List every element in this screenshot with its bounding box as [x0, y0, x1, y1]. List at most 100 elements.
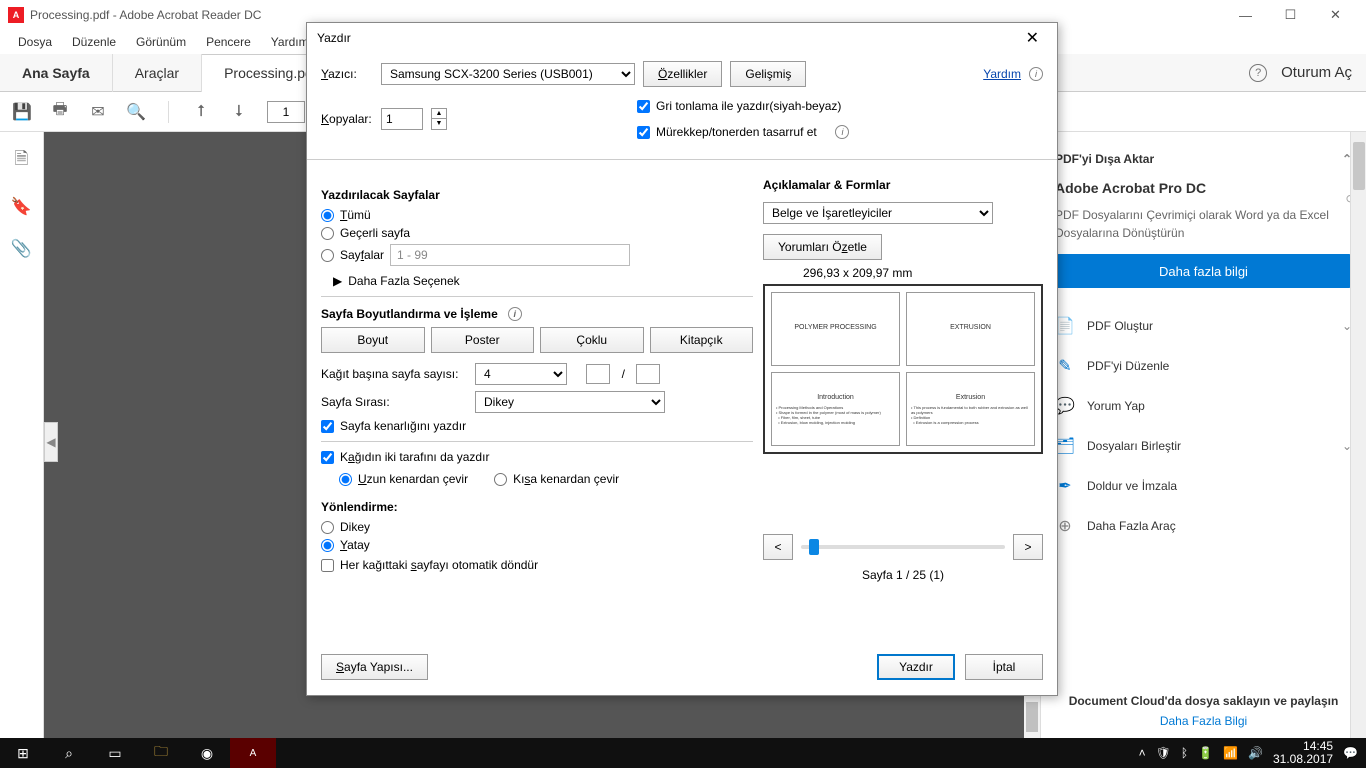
portrait-radio[interactable] [321, 521, 334, 534]
printer-select[interactable]: Samsung SCX-3200 Series (USB001) [381, 63, 635, 85]
acrobat-taskbar-icon[interactable]: A [230, 738, 276, 768]
printer-label: Yazıcı: [321, 67, 373, 81]
page-order-select[interactable]: Dikey [475, 391, 665, 413]
info-icon[interactable]: i [835, 125, 849, 139]
taskbar-clock[interactable]: 14:45 31.08.2017 [1273, 740, 1333, 766]
close-button[interactable]: ✕ [1313, 1, 1358, 29]
menu-file[interactable]: Dosya [8, 32, 62, 52]
summarize-button[interactable]: Yorumları Özetle [763, 234, 882, 260]
notifications-icon[interactable]: 💬 [1343, 746, 1358, 760]
tool-fill-sign[interactable]: ✒Doldur ve İmzala [1055, 466, 1352, 506]
duplex-checkbox[interactable] [321, 451, 334, 464]
info-icon[interactable]: i [508, 307, 522, 321]
copies-input[interactable] [381, 108, 423, 130]
save-ink-checkbox[interactable] [637, 126, 650, 139]
page-up-icon[interactable]: ⭡ [191, 102, 211, 122]
tray-bluetooth-icon[interactable]: ᛒ [1181, 746, 1188, 760]
grayscale-checkbox[interactable] [637, 100, 650, 113]
email-icon[interactable]: ✉ [88, 102, 108, 122]
tool-combine[interactable]: 🗂Dosyaları Birleştir⌄ [1055, 426, 1352, 466]
search-icon[interactable]: 🔍 [126, 102, 146, 122]
flip-short-radio[interactable] [494, 473, 507, 486]
more-info-button[interactable]: Daha fazla bilgi [1055, 254, 1352, 288]
search-taskbar-icon[interactable]: ⌕ [46, 738, 92, 768]
preview-page: Introduction• Processing Methods and Ope… [771, 372, 900, 446]
bookmark-icon[interactable]: 🔖 [11, 197, 32, 217]
landscape-radio[interactable] [321, 539, 334, 552]
file-explorer-icon[interactable]: 🗀 [138, 738, 184, 768]
edit-pdf-icon: ✎ [1055, 356, 1075, 376]
maximize-button[interactable]: ☐ [1268, 1, 1313, 29]
preview-prev-button[interactable]: < [763, 534, 793, 560]
advanced-button[interactable]: Gelişmiş [730, 61, 806, 87]
dialog-help-link[interactable]: Yardım [983, 67, 1021, 81]
properties-button[interactable]: Özellikler [643, 61, 722, 87]
comment-icon: 💬 [1055, 396, 1075, 416]
menu-view[interactable]: Görünüm [126, 32, 196, 52]
cancel-button[interactable]: İptal [965, 654, 1043, 680]
page-down-icon[interactable]: ⭣ [229, 102, 249, 122]
pro-title: Adobe Acrobat Pro DC [1055, 174, 1352, 202]
menu-edit[interactable]: Düzenle [62, 32, 126, 52]
pages-range-radio[interactable] [321, 249, 334, 262]
tool-edit-pdf[interactable]: ✎PDF'yi Düzenle [1055, 346, 1352, 386]
page-border-checkbox[interactable] [321, 420, 334, 433]
page-setup-button[interactable]: Sayfa Yapısı... [321, 654, 428, 680]
dialog-close-icon[interactable]: ✕ [1018, 24, 1047, 52]
thumbnails-icon[interactable]: 🗎 [15, 146, 29, 175]
collapse-left-icon[interactable]: ◀ [44, 422, 58, 462]
tray-wifi-icon[interactable]: 📶 [1223, 746, 1238, 760]
poster-button[interactable]: Poster [431, 327, 535, 353]
menu-window[interactable]: Pencere [196, 32, 261, 52]
task-view-icon[interactable]: ▭ [92, 738, 138, 768]
tool-more-tools[interactable]: ⊕Daha Fazla Araç [1055, 506, 1352, 546]
preview-slider[interactable] [801, 545, 1005, 549]
tray-battery-icon[interactable]: 🔋 [1198, 746, 1213, 760]
tray-chevron-icon[interactable]: ˄ [1139, 746, 1146, 760]
pages-current-radio[interactable] [321, 227, 334, 240]
info-icon[interactable]: i [1029, 67, 1043, 81]
preview-next-button[interactable]: > [1013, 534, 1043, 560]
per-sheet-select[interactable]: 4 [475, 363, 567, 385]
panel-scrollbar[interactable] [1350, 132, 1366, 738]
tray-defender-icon[interactable]: 🛡 [1156, 746, 1171, 760]
auto-rotate-checkbox[interactable] [321, 559, 334, 572]
cloud-more-link[interactable]: Daha Fazla Bilgi [1055, 714, 1352, 728]
booklet-button[interactable]: Kitapçık [650, 327, 754, 353]
print-preview: POLYMER PROCESSING EXTRUSION Introductio… [763, 284, 1043, 454]
tool-comment[interactable]: 💬Yorum Yap [1055, 386, 1352, 426]
print-button[interactable]: Yazdır [877, 654, 955, 680]
plus-icon: ⊕ [1055, 516, 1075, 536]
page-number-input[interactable] [267, 101, 305, 123]
pages-range-input[interactable] [390, 244, 630, 266]
copies-label: Kopyalar: [321, 112, 373, 126]
tray-volume-icon[interactable]: 🔊 [1248, 746, 1263, 760]
chrome-icon[interactable]: ◉ [184, 738, 230, 768]
more-options-toggle[interactable]: ▶Daha Fazla Seçenek [333, 274, 753, 288]
multiple-button[interactable]: Çoklu [540, 327, 644, 353]
per-sheet-label: Kağıt başına sayfa sayısı: [321, 367, 467, 381]
print-icon[interactable]: 🖶 [50, 102, 70, 122]
minimize-button[interactable]: — [1223, 1, 1268, 29]
custom-cols-input[interactable] [586, 364, 610, 384]
pages-all-radio[interactable] [321, 209, 334, 222]
tool-create-pdf[interactable]: 📄PDF Oluştur⌄ [1055, 306, 1352, 346]
page-order-label: Sayfa Sırası: [321, 395, 467, 409]
comments-select[interactable]: Belge ve İşaretleyiciler [763, 202, 993, 224]
start-button[interactable]: ⊞ [0, 738, 46, 768]
help-icon[interactable]: ? [1249, 64, 1267, 82]
preview-dimensions: 296,93 x 209,97 mm [803, 266, 1043, 280]
custom-rows-input[interactable] [636, 364, 660, 384]
size-button[interactable]: Boyut [321, 327, 425, 353]
print-dialog: Yazdır ✕ Yazıcı: Samsung SCX-3200 Series… [306, 22, 1058, 696]
tab-home[interactable]: Ana Sayfa [0, 54, 113, 92]
preview-page: POLYMER PROCESSING [771, 292, 900, 366]
save-icon[interactable]: 💾 [12, 102, 32, 122]
tab-tools[interactable]: Araçlar [113, 54, 202, 92]
attachment-icon[interactable]: 📎 [11, 239, 32, 259]
login-link[interactable]: Oturum Aç [1281, 64, 1352, 81]
cloud-message: Document Cloud'da dosya saklayın ve payl… [1055, 694, 1352, 714]
flip-long-radio[interactable] [339, 473, 352, 486]
export-pdf-heading[interactable]: PDF'yi Dışa Aktar [1055, 152, 1154, 166]
copies-spinner[interactable]: ▲▼ [431, 108, 447, 130]
